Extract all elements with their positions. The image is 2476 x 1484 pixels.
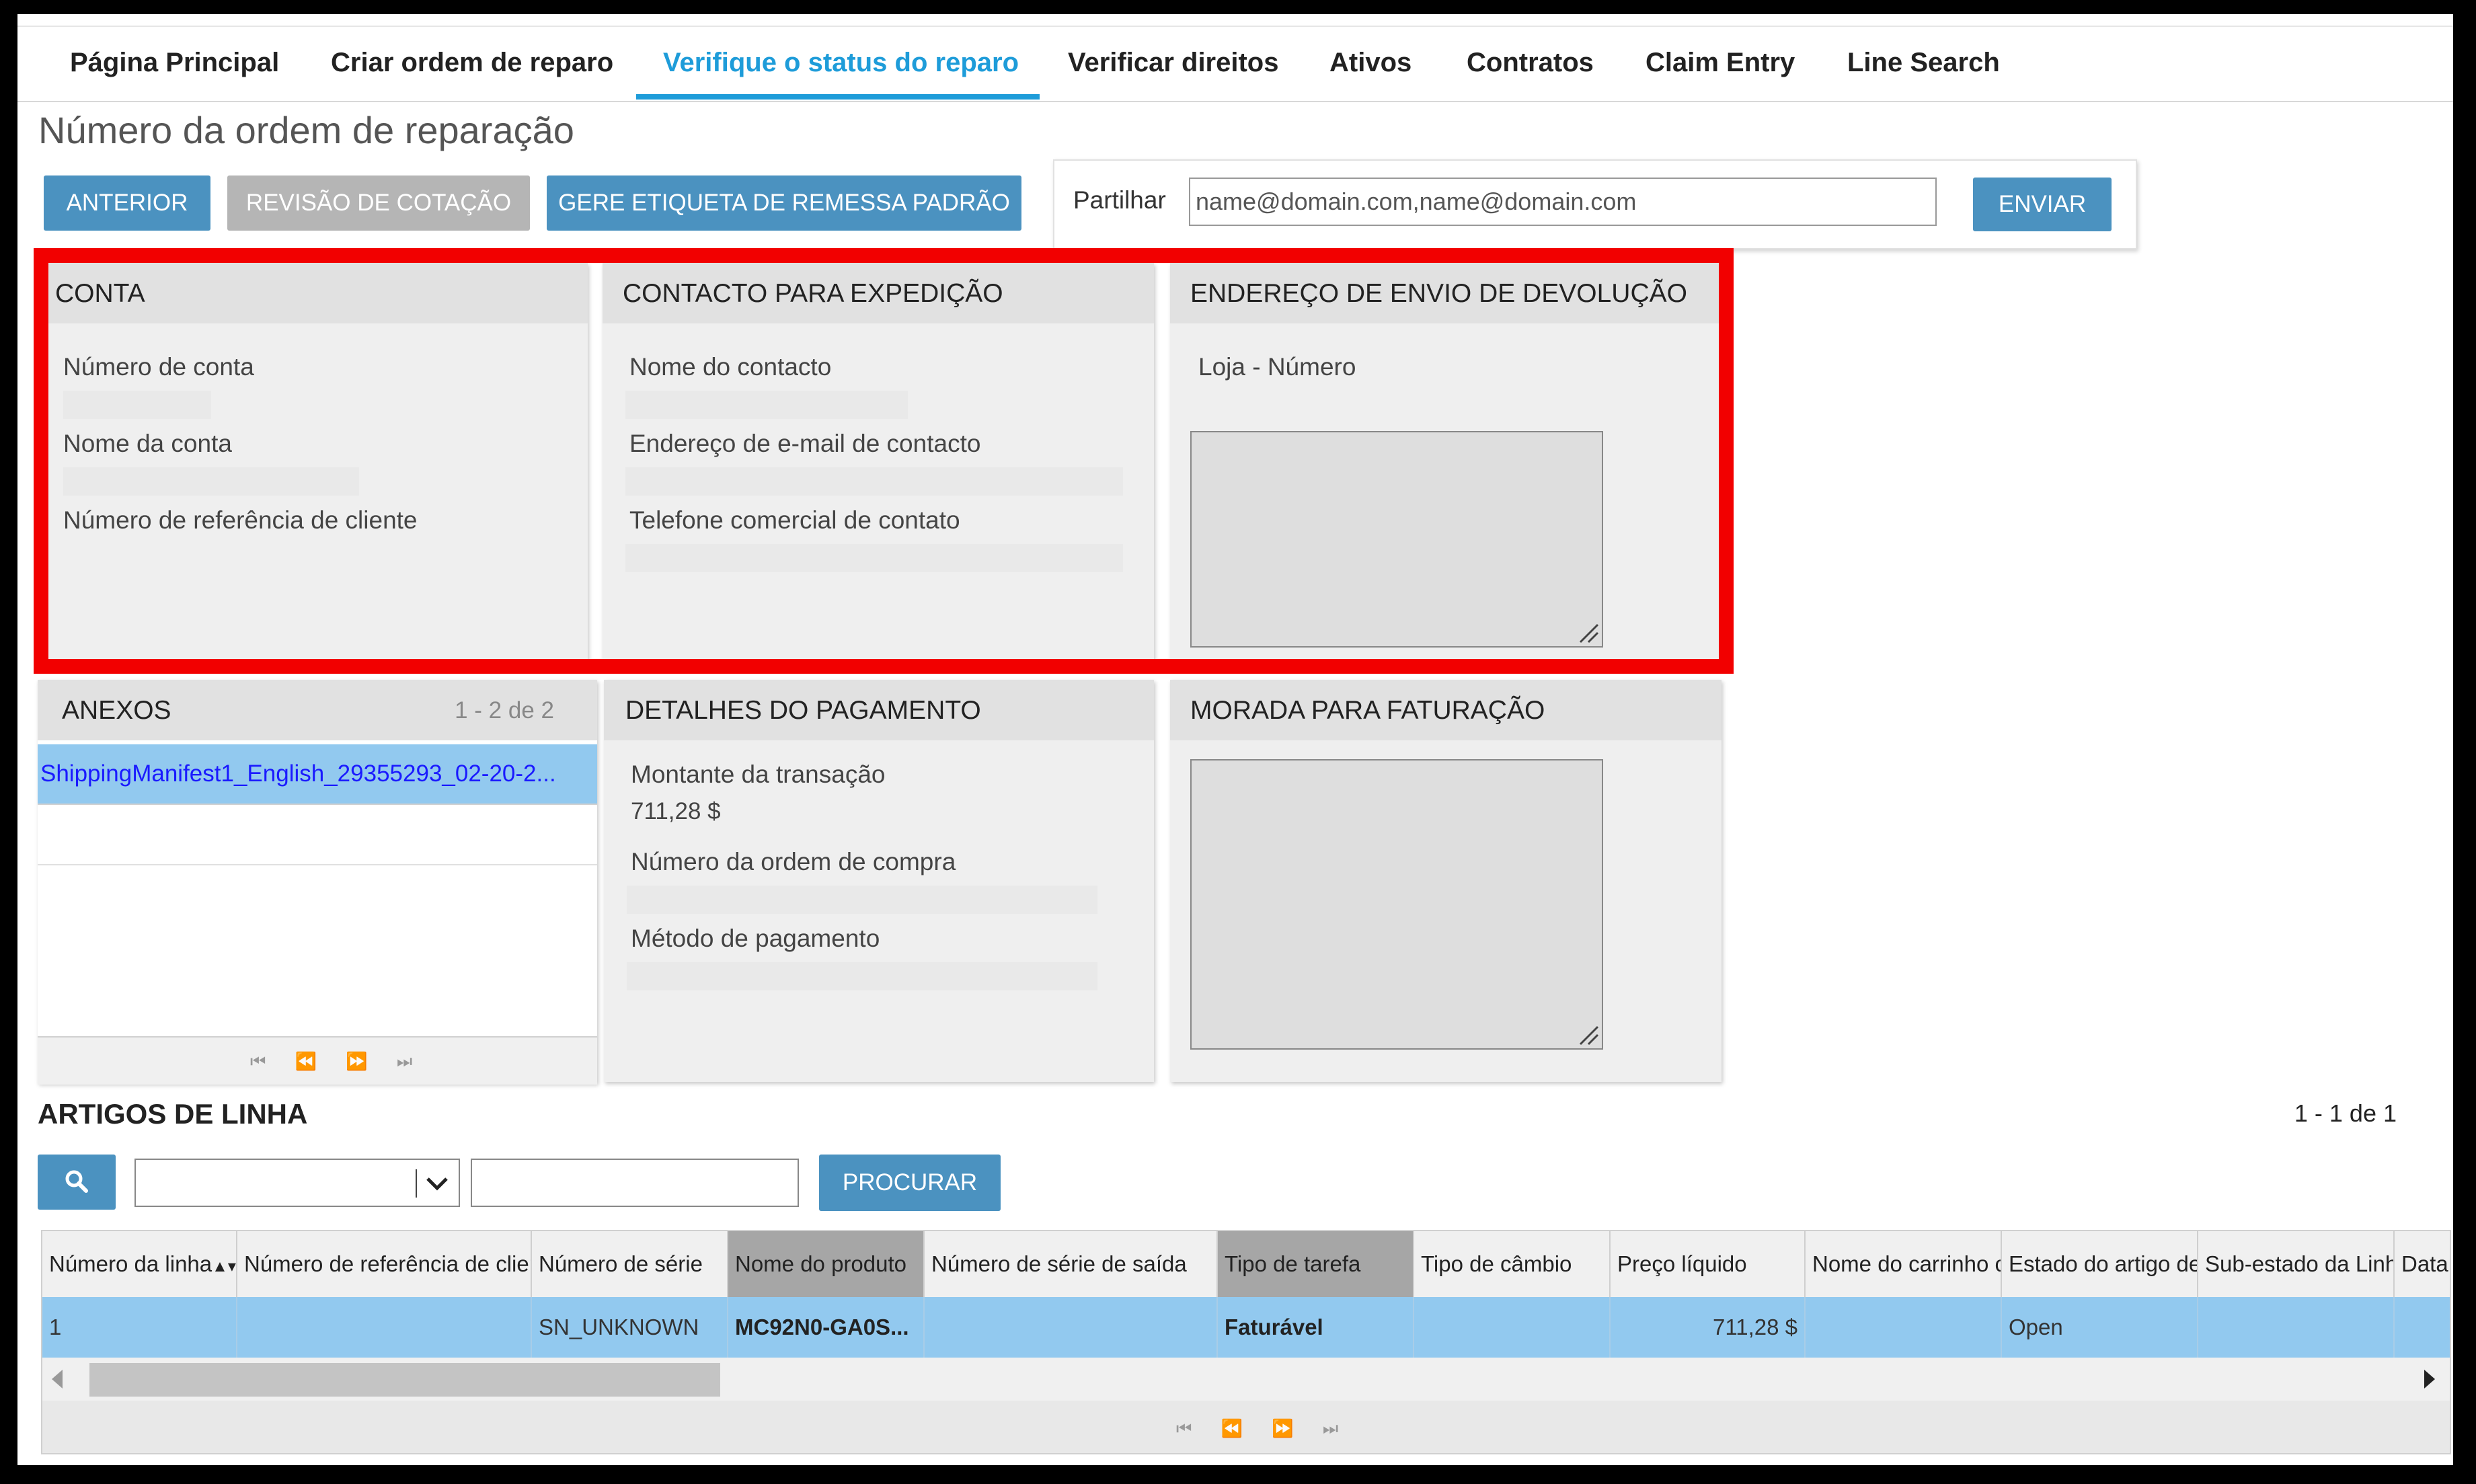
top-nav: Página Principal Criar ordem de reparo V…: [17, 26, 2453, 102]
line-items-count: 1 - 1 de 1: [2294, 1099, 2397, 1127]
payment-panel: DETALHES DO PAGAMENTO Montante da transa…: [604, 680, 1154, 1082]
back-button[interactable]: ANTERIOR: [44, 175, 210, 231]
column-header-date[interactable]: Data: [2395, 1231, 2450, 1297]
send-button[interactable]: ENVIAR: [1973, 178, 2112, 231]
attachment-link[interactable]: ShippingManifest1_English_29355293_02-20…: [40, 760, 592, 787]
app-window: Página Principal Criar ordem de reparo V…: [17, 14, 2453, 1465]
sort-asc-icon[interactable]: ▲▾: [212, 1257, 236, 1276]
table-cell[interactable]: [1414, 1297, 1611, 1358]
table-cell[interactable]: [237, 1297, 532, 1358]
search-icon: [65, 1170, 88, 1193]
column-header-outbound-serial[interactable]: Número de série de saída: [925, 1231, 1218, 1297]
filter-column-select[interactable]: [134, 1159, 460, 1207]
column-header-line-number[interactable]: Número da linha▲▾: [42, 1231, 237, 1297]
table-cell[interactable]: 711,28 $: [1611, 1297, 1806, 1358]
quote-review-button[interactable]: REVISÃO DE COTAÇÃO: [227, 175, 530, 231]
column-header-label: Número da linha: [49, 1251, 212, 1276]
nav-active-indicator: [636, 94, 1040, 100]
attachment-row[interactable]: ShippingManifest1_English_29355293_02-20…: [38, 744, 597, 805]
share-label: Partilhar: [1073, 186, 1166, 214]
search-button[interactable]: PROCURAR: [819, 1155, 1001, 1211]
column-header-product-name[interactable]: Nome do produto: [728, 1231, 925, 1297]
grid-pager-arrows-icon[interactable]: ⏮ ⏪ ⏩ ⏭: [1176, 1418, 1350, 1440]
nav-claim-entry[interactable]: Claim Entry: [1646, 27, 1795, 98]
nav-line-search[interactable]: Line Search: [1847, 27, 2000, 98]
generate-shipping-label-button[interactable]: GERE ETIQUETA DE REMESSA PADRÃO: [547, 175, 1021, 231]
transaction-amount-label: Montante da transação: [631, 760, 886, 788]
attachments-header: ANEXOS 1 - 2 de 2: [38, 680, 597, 740]
nav-check-entitlements[interactable]: Verificar direitos: [1068, 27, 1278, 98]
column-header-item-state[interactable]: Estado do artigo de: [2002, 1231, 2198, 1297]
table-cell[interactable]: [1806, 1297, 2002, 1358]
highlight-frame: [34, 248, 1734, 674]
column-header-customer-ref[interactable]: Número de referência de clier: [237, 1231, 532, 1297]
table-cell[interactable]: [925, 1297, 1218, 1358]
nav-home[interactable]: Página Principal: [70, 27, 279, 98]
table-cell[interactable]: [2198, 1297, 2395, 1358]
payment-header: DETALHES DO PAGAMENTO: [604, 680, 1154, 740]
nav-contracts[interactable]: Contratos: [1467, 27, 1594, 98]
table-cell[interactable]: [2395, 1297, 2450, 1358]
table-cell[interactable]: Faturável: [1218, 1297, 1414, 1358]
billing-address-title: MORADA PARA FATURAÇÃO: [1190, 696, 1545, 725]
scroll-right-icon[interactable]: [2424, 1370, 2435, 1389]
page-title: Número da ordem de reparação: [38, 109, 574, 151]
payment-method-value: [627, 962, 1097, 990]
nav-assets[interactable]: Ativos: [1329, 27, 1411, 98]
column-header-cart-name[interactable]: Nome do carrinho c: [1806, 1231, 2002, 1297]
po-number-value: [627, 886, 1097, 914]
billing-address-panel: MORADA PARA FATURAÇÃO: [1170, 680, 1721, 1082]
transaction-amount-value: 711,28 $: [631, 798, 721, 824]
nav-create-repair[interactable]: Criar ordem de reparo: [331, 27, 613, 98]
line-items-grid: Número da linha▲▾ Número de referência d…: [41, 1230, 2451, 1454]
select-divider: [416, 1169, 417, 1198]
column-header-line-substate[interactable]: Sub-estado da Linh: [2198, 1231, 2395, 1297]
attachments-pager: ⏮ ⏪ ⏩ ⏭: [38, 1036, 597, 1085]
pager-arrows-icon[interactable]: ⏮ ⏪ ⏩ ⏭: [250, 1051, 424, 1072]
attachments-count: 1 - 2 de 2: [455, 697, 554, 724]
column-header-task-type[interactable]: Tipo de tarefa: [1218, 1231, 1414, 1297]
billing-address-header: MORADA PARA FATURAÇÃO: [1170, 680, 1721, 740]
line-items-title: ARTIGOS DE LINHA: [38, 1098, 308, 1130]
billing-address-textarea[interactable]: [1190, 759, 1603, 1050]
attachments-title: ANEXOS: [62, 696, 171, 725]
resize-handle-icon[interactable]: [1576, 1023, 1599, 1046]
payment-method-label: Método de pagamento: [631, 925, 880, 952]
table-cell[interactable]: SN_UNKNOWN: [532, 1297, 728, 1358]
payment-title: DETALHES DO PAGAMENTO: [625, 696, 981, 725]
attachments-panel: ANEXOS 1 - 2 de 2 ShippingManifest1_Engl…: [38, 680, 597, 1085]
search-toggle-button[interactable]: [38, 1155, 116, 1210]
filter-text-input[interactable]: [471, 1159, 799, 1207]
table-cell[interactable]: 1: [42, 1297, 237, 1358]
column-header-net-price[interactable]: Preço líquido: [1611, 1231, 1806, 1297]
chevron-down-icon: [426, 1177, 448, 1191]
table-cell[interactable]: MC92N0-GA0S...: [728, 1297, 925, 1358]
column-header-serial-number[interactable]: Número de série: [532, 1231, 728, 1297]
nav-check-repair-status[interactable]: Verifique o status do reparo: [663, 27, 1019, 98]
table-cell[interactable]: Open: [2002, 1297, 2198, 1358]
column-header-exchange-type[interactable]: Tipo de câmbio: [1414, 1231, 1611, 1297]
share-box: Partilhar name@domain.com,name@domain.co…: [1053, 159, 2137, 249]
attachment-row-empty: [38, 805, 597, 865]
po-number-label: Número da ordem de compra: [631, 848, 956, 875]
scroll-left-icon[interactable]: [52, 1370, 63, 1389]
horizontal-scrollbar[interactable]: [42, 1358, 2450, 1401]
share-email-input[interactable]: name@domain.com,name@domain.com: [1189, 178, 1937, 226]
scrollbar-thumb[interactable]: [89, 1363, 720, 1397]
